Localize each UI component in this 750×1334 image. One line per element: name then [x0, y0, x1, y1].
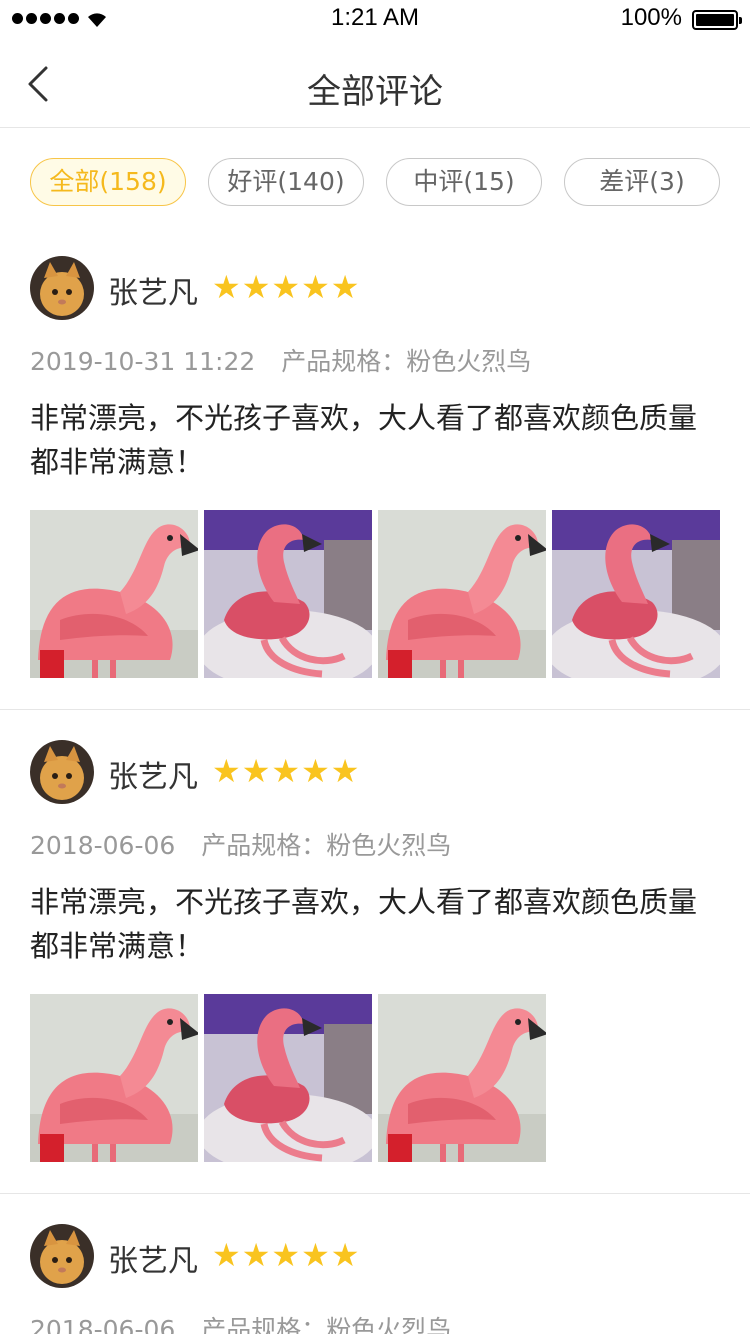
review-photo[interactable]: [378, 510, 546, 678]
avatar: [30, 740, 94, 804]
battery-icon: [692, 10, 742, 30]
review-date: 2018-06-06: [30, 831, 176, 860]
status-bar: 1:21 AM 100%: [0, 0, 750, 40]
star-rating: ★★★★★: [212, 1236, 361, 1274]
product-spec: 产品规格：粉色火烈鸟: [281, 347, 532, 376]
star-rating: ★★★★★: [212, 268, 361, 306]
review-item: 张艺凡 ★★★★★ 2018-06-06 产品规格：粉色火烈鸟 非常漂亮，不光孩子…: [0, 740, 750, 1194]
page-title: 全部评论: [307, 72, 443, 112]
review-item: 张艺凡 ★★★★★ 2019-10-31 11:22 产品规格：粉色火烈鸟 非常漂…: [0, 256, 750, 710]
star-rating: ★★★★★: [212, 752, 361, 790]
review-date: 2019-10-31 11:22: [30, 347, 256, 376]
reviewer-name: 张艺凡: [108, 1244, 198, 1279]
review-photo[interactable]: [30, 994, 198, 1162]
review-photo[interactable]: [204, 994, 372, 1162]
divider: [0, 1193, 750, 1194]
nav-bar: 全部评论: [0, 40, 750, 128]
reviewer-name: 张艺凡: [108, 760, 198, 795]
review-text: 非常漂亮，不光孩子喜欢，大人看了都喜欢颜色质量都非常满意！: [30, 401, 698, 479]
avatar: [30, 256, 94, 320]
review-photo[interactable]: [378, 994, 546, 1162]
product-spec: 产品规格：粉色火烈鸟: [201, 1315, 452, 1334]
product-spec: 产品规格：粉色火烈鸟: [201, 831, 452, 860]
filter-tab-neutral[interactable]: 中评(15): [386, 158, 542, 206]
review-text: 非常漂亮，不光孩子喜欢，大人看了都喜欢颜色质量都非常满意！: [30, 885, 698, 963]
review-meta: 2019-10-31 11:22 产品规格：粉色火烈鸟: [30, 342, 531, 378]
review-meta: 2018-06-06 产品规格：粉色火烈鸟: [30, 826, 451, 862]
review-photos: [30, 510, 720, 678]
avatar: [30, 1224, 94, 1288]
review-item: 张艺凡 ★★★★★ 2018-06-06 产品规格：粉色火烈鸟: [0, 1224, 750, 1334]
reviewer-name: 张艺凡: [108, 276, 198, 311]
battery-percent: 100%: [620, 4, 682, 31]
review-photo[interactable]: [30, 510, 198, 678]
filter-tab-positive[interactable]: 好评(140): [208, 158, 364, 206]
filter-tabs: 全部(158) 好评(140) 中评(15) 差评(3): [30, 158, 720, 206]
review-photo[interactable]: [552, 510, 720, 678]
review-photo[interactable]: [204, 510, 372, 678]
filter-tab-all[interactable]: 全部(158): [30, 158, 186, 206]
divider: [0, 709, 750, 710]
filter-tab-negative[interactable]: 差评(3): [564, 158, 720, 206]
review-meta: 2018-06-06 产品规格：粉色火烈鸟: [30, 1310, 451, 1334]
review-date: 2018-06-06: [30, 1315, 176, 1334]
review-photos: [30, 994, 546, 1162]
